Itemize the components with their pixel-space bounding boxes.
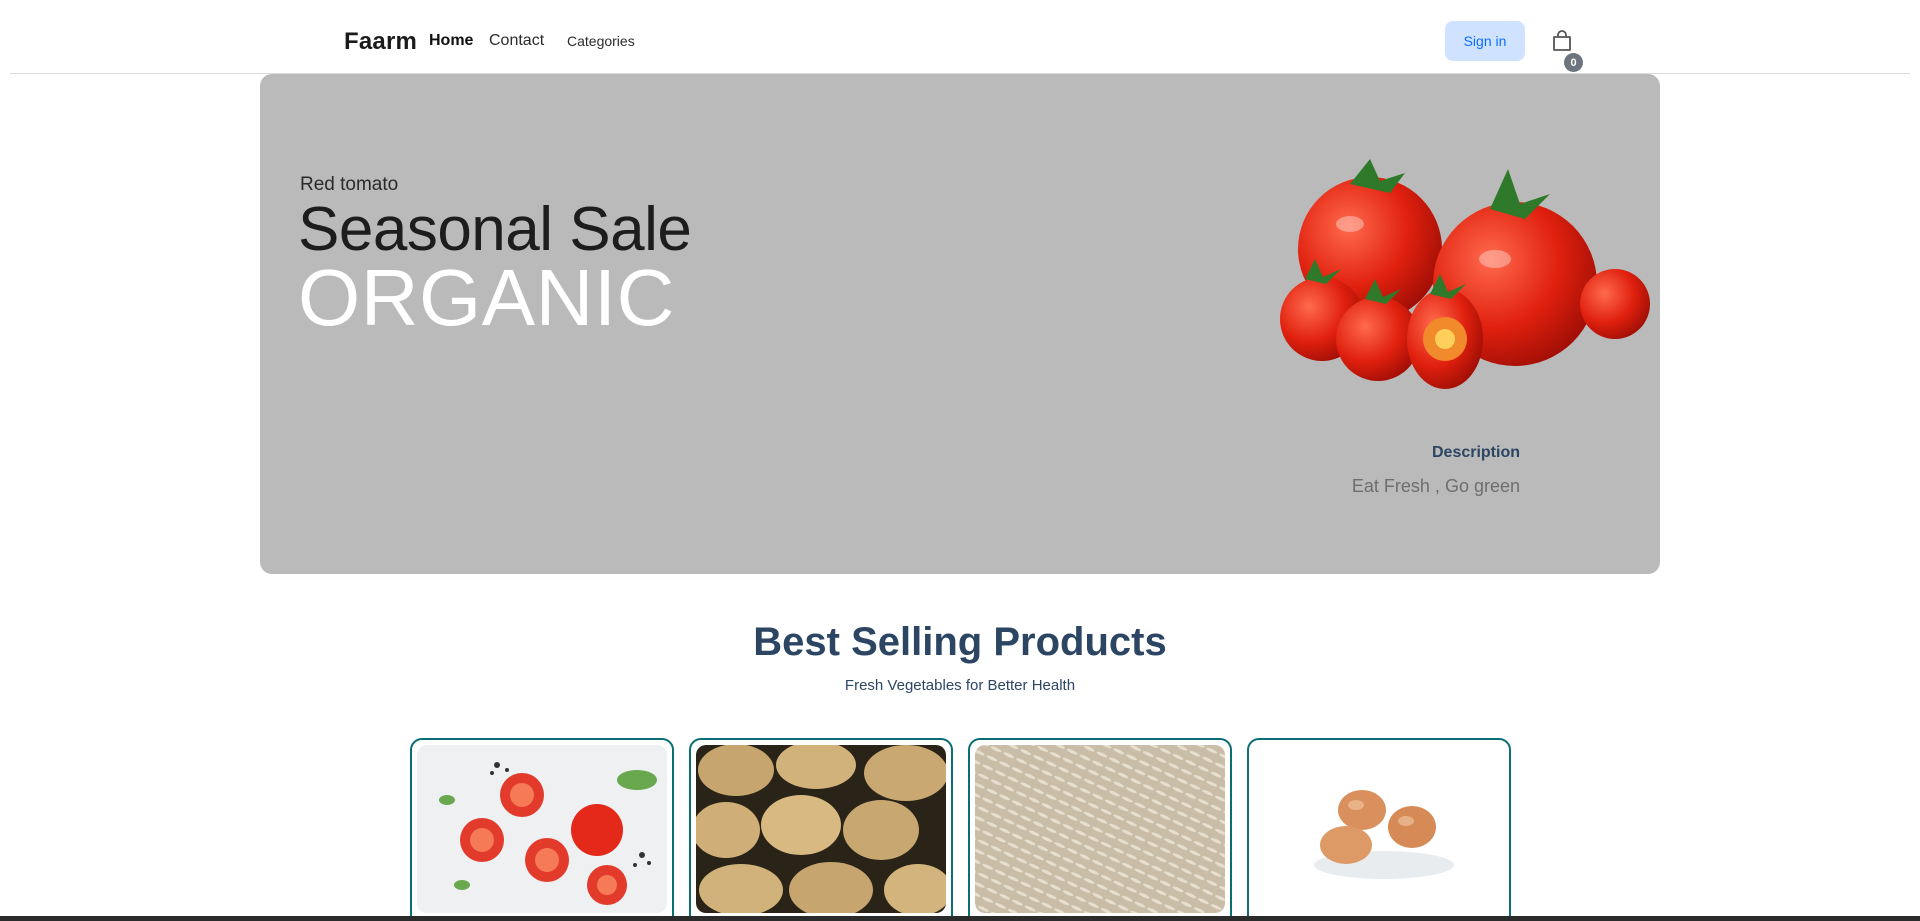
eggs-image — [1254, 745, 1504, 913]
nav-categories-link[interactable]: Categories — [567, 33, 635, 49]
product-card[interactable] — [968, 738, 1232, 921]
shopping-bag-icon[interactable] — [1551, 29, 1573, 53]
brand-logo[interactable]: Faarm — [344, 28, 417, 56]
tomatoes-image — [1260, 154, 1650, 404]
sign-in-button[interactable]: Sign in — [1445, 21, 1525, 61]
hero-description-label: Description — [1431, 444, 1520, 461]
rice-image — [975, 745, 1225, 913]
hero-banner: Red tomato Seasonal Sale ORGANIC Descrip… — [260, 74, 1660, 574]
product-card[interactable] — [1247, 738, 1511, 921]
nav-contact-link[interactable]: Contact — [489, 32, 544, 50]
nav-home-link[interactable]: Home — [429, 32, 473, 50]
hero-subtitle: ORGANIC — [298, 253, 675, 342]
potatoes-image — [696, 745, 946, 913]
hero-kicker: Red tomato — [300, 174, 399, 195]
section-title: Best Selling Products — [753, 620, 1167, 664]
hero-description-text: Eat Fresh , Go green — [1351, 476, 1520, 496]
navbar: Faarm Home Contact Categories — [10, 0, 1910, 74]
bottom-bar — [0, 916, 1920, 921]
product-card[interactable] — [410, 738, 674, 921]
tomatoes-image — [417, 745, 667, 913]
section-subtitle: Fresh Vegetables for Better Health — [844, 677, 1076, 694]
product-card[interactable] — [689, 738, 953, 921]
cart-count-badge: 0 — [1564, 53, 1583, 72]
